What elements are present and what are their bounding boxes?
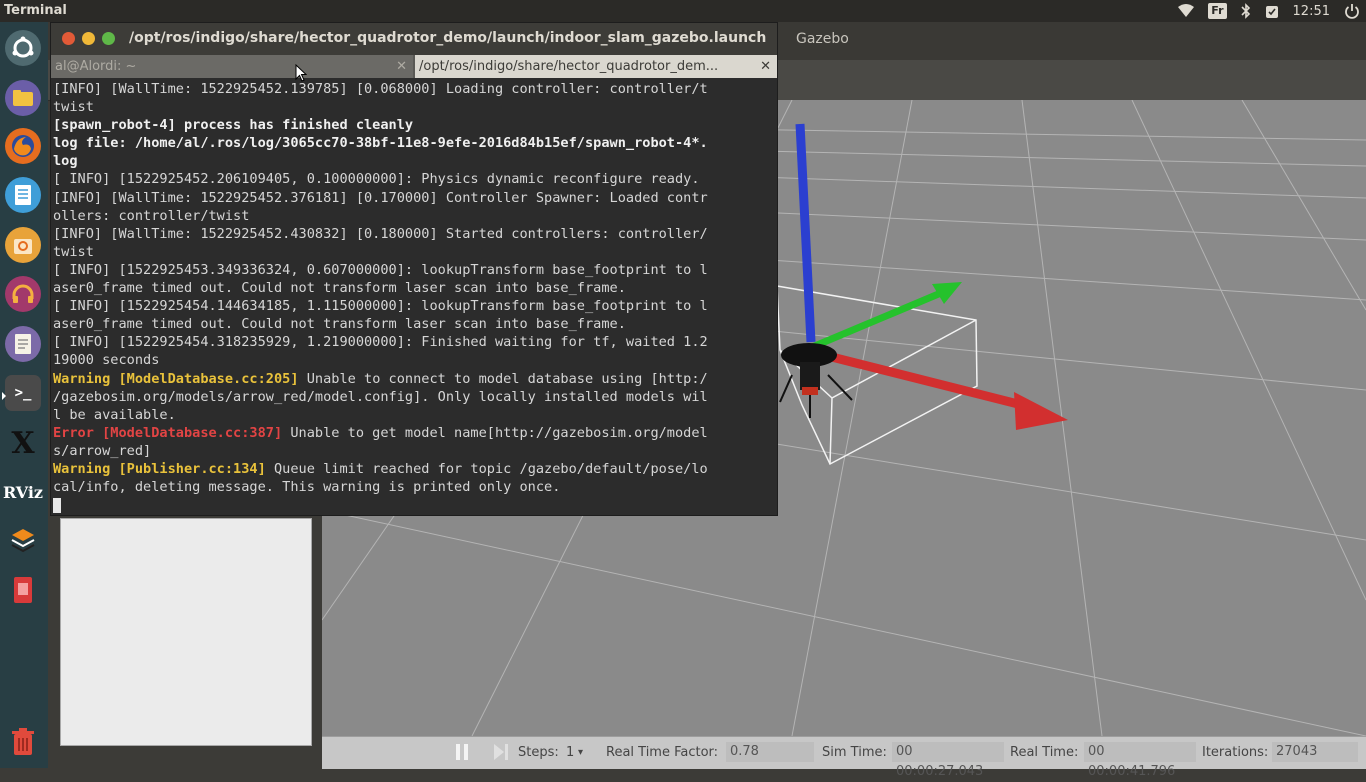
warning-prefix: Warning [Publisher.cc:134] bbox=[53, 460, 266, 477]
ubuntu-software-icon[interactable] bbox=[5, 227, 41, 263]
chevron-down-icon[interactable]: ▾ bbox=[578, 747, 583, 758]
terminal-prompt-line bbox=[53, 496, 777, 513]
maximize-button[interactable] bbox=[102, 32, 115, 45]
red-app-icon[interactable] bbox=[5, 572, 41, 608]
keyboard-layout-indicator[interactable]: Fr bbox=[1208, 0, 1227, 22]
terminal-window: /opt/ros/indigo/share/hector_quadrotor_d… bbox=[50, 22, 778, 516]
terminal-line: Warning [Publisher.cc:134] Queue limit r… bbox=[53, 460, 777, 478]
terminal-titlebar[interactable]: /opt/ros/indigo/share/hector_quadrotor_d… bbox=[51, 23, 777, 55]
tab-al-home[interactable]: al@Alordi: ~ ✕ bbox=[51, 55, 413, 78]
terminal-line: Error [ModelDatabase.cc:387] Unable to g… bbox=[53, 424, 777, 442]
terminal-line: log file: /home/al/.ros/log/3065cc70-38b… bbox=[53, 135, 708, 152]
warning-prefix: Warning [ModelDatabase.cc:205] bbox=[53, 370, 299, 387]
terminal-line: twist bbox=[53, 99, 94, 116]
warning-message: Queue limit reached for topic /gazebo/de… bbox=[265, 460, 708, 477]
terminal-line: l be available. bbox=[53, 406, 176, 423]
terminal-line: [ INFO] [1522925454.318235929, 1.2190000… bbox=[53, 334, 708, 351]
terminal-line: [ INFO] [1522925452.206109405, 0.1000000… bbox=[53, 171, 700, 188]
stacks-app-icon[interactable] bbox=[5, 522, 41, 558]
terminal-line: [ INFO] [1522925453.349336324, 0.6070000… bbox=[53, 261, 708, 278]
step-button[interactable] bbox=[492, 743, 510, 765]
sim-time-value: 00 00:00:27.043 bbox=[892, 742, 1004, 779]
terminal-line: 19000 seconds bbox=[53, 352, 160, 369]
gazebo-status-bar: Steps: 1 ▾ Real Time Factor: 0.78 Sim Ti… bbox=[322, 736, 1366, 779]
close-button[interactable] bbox=[62, 32, 75, 45]
terminal-output[interactable]: [INFO] [WallTime: 1522925452.139785] [0.… bbox=[53, 80, 777, 513]
tab-label: /opt/ros/indigo/share/hector_quadrotor_d… bbox=[419, 59, 719, 74]
iterations-label: Iterations: bbox=[1202, 745, 1269, 760]
close-icon[interactable]: ✕ bbox=[760, 55, 771, 78]
text-editor-icon[interactable] bbox=[5, 326, 41, 362]
wifi-icon[interactable] bbox=[1178, 0, 1195, 22]
active-app-title: Terminal bbox=[4, 3, 67, 18]
terminal-line: aser0_frame timed out. Could not transfo… bbox=[53, 316, 626, 333]
close-icon[interactable]: ✕ bbox=[396, 55, 407, 78]
running-indicator bbox=[2, 392, 6, 400]
real-time-label: Real Time: bbox=[1010, 745, 1079, 760]
terminal-line: s/arrow_red] bbox=[53, 442, 152, 459]
libreoffice-writer-icon[interactable] bbox=[5, 177, 41, 213]
z-axis-arrow bbox=[795, 123, 816, 343]
update-manager-icon[interactable] bbox=[1265, 0, 1279, 22]
terminal-line: [INFO] [WallTime: 1522925452.139785] [0.… bbox=[53, 81, 708, 97]
real-time-factor-label: Real Time Factor: bbox=[606, 745, 719, 760]
terminal-line: [ INFO] [1522925454.144634185, 1.1150000… bbox=[53, 298, 708, 315]
minimize-button[interactable] bbox=[82, 32, 95, 45]
x-app-icon[interactable]: X bbox=[5, 425, 41, 461]
mouse-pointer-icon bbox=[295, 64, 307, 82]
steps-label: Steps: bbox=[518, 745, 559, 760]
top-panel: Terminal Fr 12:51 bbox=[0, 0, 1366, 22]
terminal-line: twist bbox=[53, 243, 94, 260]
terminal-line: [INFO] [WallTime: 1522925452.430832] [0.… bbox=[53, 225, 708, 242]
warning-message: Unable to connect to model database usin… bbox=[298, 370, 708, 387]
tab-label: al@Alordi: ~ bbox=[55, 59, 137, 74]
real-time-value: 00 00:00:41.796 bbox=[1084, 742, 1196, 779]
tab-launch[interactable]: /opt/ros/indigo/share/hector_quadrotor_d… bbox=[415, 55, 777, 78]
headphones-app-icon[interactable] bbox=[5, 276, 41, 312]
quadrotor-model bbox=[779, 343, 853, 418]
ubuntu-dash-icon[interactable] bbox=[5, 30, 41, 66]
trash-icon[interactable] bbox=[5, 724, 41, 760]
terminal-title: /opt/ros/indigo/share/hector_quadrotor_d… bbox=[129, 30, 769, 46]
gazebo-left-panel[interactable] bbox=[60, 518, 312, 746]
terminal-line: [spawn_robot-4] process has finished cle… bbox=[53, 117, 414, 134]
files-icon[interactable] bbox=[5, 80, 41, 116]
gazebo-title: Gazebo bbox=[796, 31, 849, 47]
text-cursor bbox=[53, 497, 61, 513]
error-message: Unable to get model name[http://gazebosi… bbox=[282, 424, 708, 441]
pause-button[interactable] bbox=[454, 743, 470, 765]
clock[interactable]: 12:51 bbox=[1293, 0, 1330, 22]
firefox-icon[interactable] bbox=[5, 128, 41, 164]
terminal-line: ollers: controller/twist bbox=[53, 207, 250, 224]
x-axis-arrow bbox=[810, 347, 1024, 410]
terminal-line: aser0_frame timed out. Could not transfo… bbox=[53, 280, 626, 297]
indicator-area: Fr 12:51 bbox=[1178, 0, 1360, 22]
terminal-tab-bar: al@Alordi: ~ ✕ /opt/ros/indigo/share/hec… bbox=[51, 55, 777, 78]
steps-spinbox[interactable]: 1 bbox=[566, 745, 574, 760]
terminal-icon[interactable]: >_ bbox=[5, 375, 41, 411]
terminal-line: log bbox=[53, 153, 78, 170]
bluetooth-icon[interactable] bbox=[1240, 0, 1251, 22]
launcher: >_ X RViz bbox=[0, 22, 48, 768]
terminal-line: cal/info, deleting message. This warning… bbox=[53, 479, 561, 496]
real-time-factor-value: 0.78 bbox=[726, 742, 814, 762]
error-prefix: Error [ModelDatabase.cc:387] bbox=[53, 424, 283, 441]
terminal-line: /gazebosim.org/models/arrow_red/model.co… bbox=[53, 388, 708, 405]
iterations-value: 27043 bbox=[1272, 742, 1358, 762]
terminal-line: [INFO] [WallTime: 1522925452.376181] [0.… bbox=[53, 189, 708, 206]
power-icon[interactable] bbox=[1344, 0, 1360, 22]
sim-time-label: Sim Time: bbox=[822, 745, 887, 760]
y-axis-arrow bbox=[808, 286, 950, 352]
rviz-icon[interactable]: RViz bbox=[3, 474, 43, 510]
terminal-line: Warning [ModelDatabase.cc:205] Unable to… bbox=[53, 370, 777, 388]
